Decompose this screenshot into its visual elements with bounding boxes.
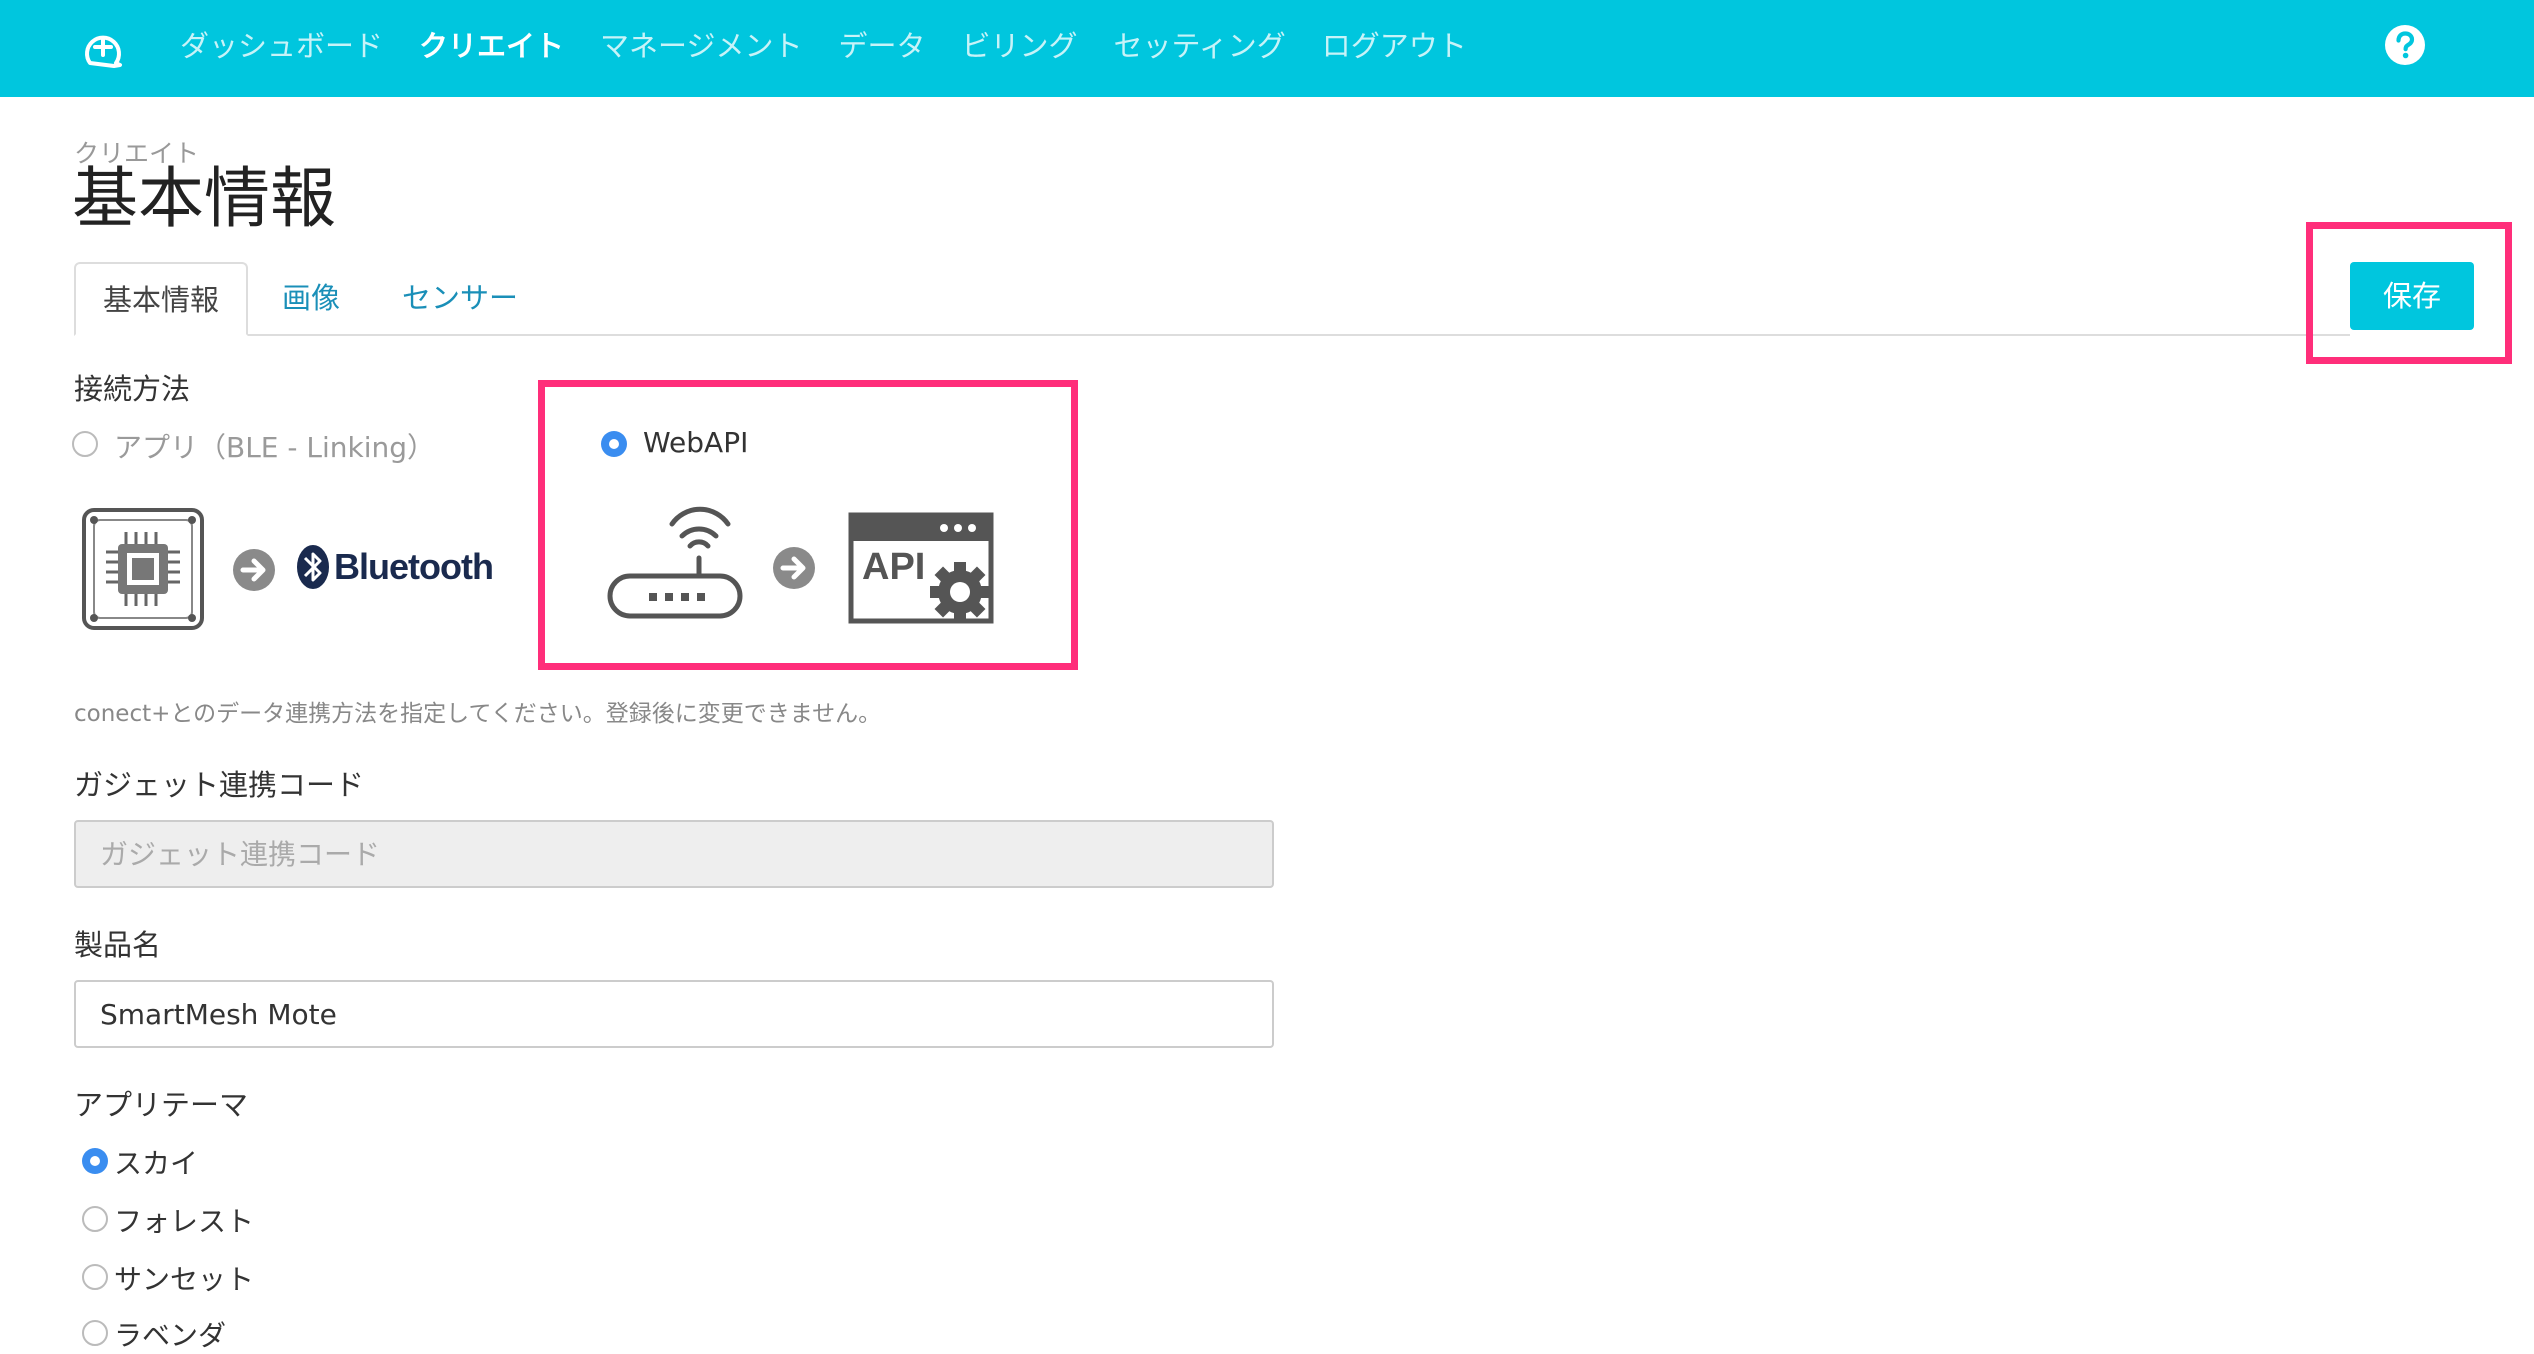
- chip-icon: [80, 506, 206, 632]
- nav-dashboard[interactable]: ダッシュボード: [180, 23, 383, 65]
- radio-app-ble[interactable]: [72, 431, 98, 457]
- nav-create[interactable]: クリエイト: [419, 23, 564, 65]
- main-nav: ダッシュボード クリエイト マネージメント データ ビリング セッティング ログ…: [180, 22, 1503, 66]
- gadget-code-label: ガジェット連携コード: [74, 768, 365, 802]
- radio-theme-sky[interactable]: [82, 1148, 108, 1174]
- radio-app-ble-label: アプリ（BLE - Linking）: [114, 431, 436, 464]
- radio-theme-lavender[interactable]: [82, 1320, 108, 1346]
- product-name-label: 製品名: [74, 928, 162, 962]
- radio-theme-lavender-label: ラベンダ: [114, 1319, 227, 1352]
- tab-bar: 基本情報 画像 センサー: [74, 262, 2350, 336]
- gadget-code-input[interactable]: [74, 820, 1274, 888]
- app-theme-label: アプリテーマ: [74, 1088, 249, 1122]
- nav-logout[interactable]: ログアウト: [1322, 23, 1467, 65]
- bluetooth-logo: Bluetooth: [296, 544, 494, 590]
- plus-circle-logo-icon[interactable]: [76, 27, 130, 71]
- product-name-input[interactable]: [74, 980, 1274, 1048]
- arrow-right-circle-icon: [232, 548, 276, 592]
- save-button[interactable]: 保存: [2350, 262, 2474, 330]
- question-circle-icon[interactable]: [2384, 24, 2426, 66]
- connection-method-label: 接続方法: [74, 372, 191, 406]
- bluetooth-text: Bluetooth: [334, 546, 494, 587]
- radio-webapi[interactable]: [601, 431, 627, 457]
- tab-images[interactable]: 画像: [282, 262, 340, 334]
- api-window-icon: API: [848, 512, 994, 624]
- tab-basic-info[interactable]: 基本情報: [74, 262, 248, 336]
- router-wifi-icon: [604, 500, 746, 624]
- top-navbar: ダッシュボード クリエイト マネージメント データ ビリング セッティング ログ…: [0, 0, 2534, 97]
- api-text: API: [862, 546, 926, 588]
- radio-theme-sunset[interactable]: [82, 1264, 108, 1290]
- page-title: 基本情報: [72, 160, 336, 237]
- nav-management[interactable]: マネージメント: [600, 23, 802, 65]
- bluetooth-icon: [297, 545, 329, 589]
- radio-theme-forest-label: フォレスト: [114, 1205, 255, 1238]
- tab-sensors[interactable]: センサー: [402, 262, 518, 334]
- nav-billing[interactable]: ビリング: [961, 23, 1077, 65]
- radio-theme-sunset-label: サンセット: [114, 1263, 255, 1296]
- radio-theme-sky-label: スカイ: [114, 1147, 199, 1180]
- radio-theme-forest[interactable]: [82, 1206, 108, 1232]
- arrow-right-circle-icon: [772, 546, 816, 590]
- radio-webapi-label: WebAPI: [643, 426, 749, 459]
- nav-settings[interactable]: セッティング: [1113, 23, 1285, 65]
- nav-data[interactable]: データ: [838, 23, 925, 65]
- connection-help-text: conect+とのデータ連携方法を指定してください。登録後に変更できません。: [74, 701, 882, 727]
